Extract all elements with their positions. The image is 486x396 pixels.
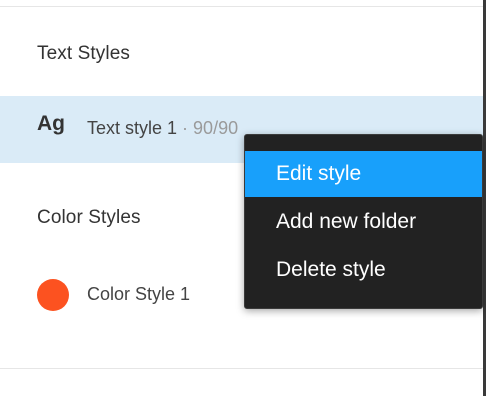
text-styles-header: Text Styles [37,43,130,64]
color-styles-header: Color Styles [37,207,141,228]
menu-item-delete-style[interactable]: Delete style [245,247,482,293]
top-divider [0,6,483,7]
text-style-name: Text style 1 · 90/90 [87,118,238,139]
text-style-meta: · 90/90 [177,118,239,138]
text-style-label: Text style 1 [87,118,178,138]
context-menu: Edit style Add new folder Delete style [244,134,483,309]
color-style-name: Color Style 1 [87,284,191,304]
menu-item-add-new-folder[interactable]: Add new folder [245,199,482,245]
menu-item-edit-style[interactable]: Edit style [245,151,482,197]
text-style-preview: Ag [37,112,65,135]
bottom-divider [0,368,483,369]
color-swatch [37,279,69,311]
